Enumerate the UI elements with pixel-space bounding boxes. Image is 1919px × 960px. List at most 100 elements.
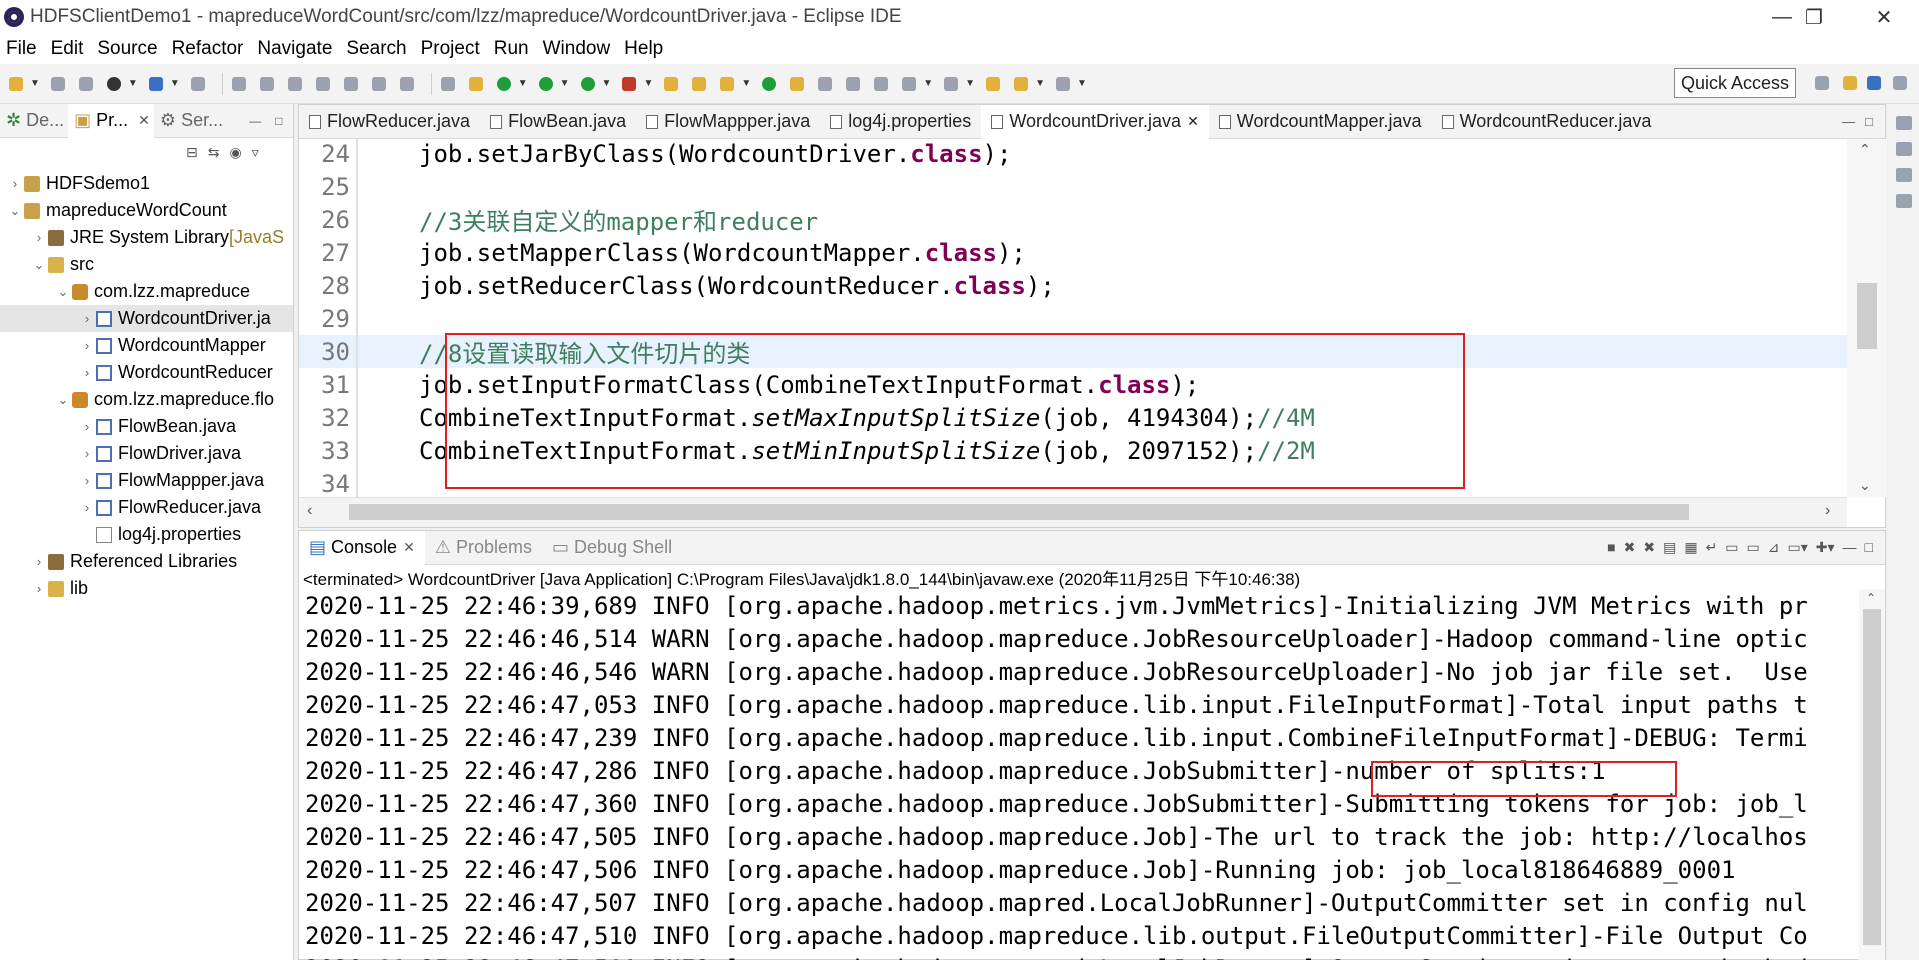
tab-problems[interactable]: ⚠ Problems bbox=[425, 531, 542, 565]
toggle-block-selection-icon[interactable] bbox=[815, 75, 837, 93]
close-icon[interactable]: ✕ bbox=[403, 539, 415, 556]
collapse-all-icon[interactable]: ⊟ bbox=[186, 144, 198, 161]
menu-navigate[interactable]: Navigate bbox=[257, 38, 332, 60]
tab-servers[interactable]: ⚙ Ser... bbox=[154, 110, 227, 131]
menu-search[interactable]: Search bbox=[346, 38, 406, 60]
external-tools-icon[interactable] bbox=[619, 75, 641, 93]
scroll-right-icon[interactable]: › bbox=[1825, 502, 1830, 520]
tree-item-mapreducewordcount[interactable]: ⌄ mapreduceWordCount bbox=[0, 197, 293, 224]
new-class-dropdown-icon[interactable]: ▼ bbox=[741, 78, 751, 89]
tree-item-wordcountmapper[interactable]: › WordcountMapper bbox=[0, 332, 293, 359]
debug-dropdown-icon[interactable]: ▼ bbox=[518, 78, 528, 89]
minimize-editor-icon[interactable]: — bbox=[1842, 114, 1855, 129]
tree-item-flowmappper[interactable]: › FlowMappper.java bbox=[0, 467, 293, 494]
terminate-icon[interactable] bbox=[285, 75, 307, 93]
menu-refactor[interactable]: Refactor bbox=[172, 38, 244, 60]
breakpoints-view-icon[interactable] bbox=[1895, 142, 1912, 156]
tree-item-flowbean[interactable]: › FlowBean.java bbox=[0, 413, 293, 440]
display-console-icon[interactable]: ▭▾ bbox=[1788, 539, 1808, 556]
debug-target-dropdown-icon[interactable]: ▼ bbox=[128, 78, 138, 89]
tab-wordcountmapper[interactable]: WordcountMapper.java bbox=[1209, 105, 1432, 139]
maximize-view-icon[interactable]: □ bbox=[1865, 539, 1873, 556]
show-whitespace-icon[interactable] bbox=[843, 75, 865, 93]
restore-button[interactable]: ❐ bbox=[1784, 0, 1844, 34]
toggle-mark-occurrences-icon[interactable] bbox=[787, 75, 809, 93]
remove-all-terminated-icon[interactable]: ✖ bbox=[1643, 539, 1655, 556]
tab-console[interactable]: ▤ Console ✕ bbox=[299, 530, 425, 565]
tab-project-explorer[interactable]: ▣ Pr... ✕ bbox=[68, 103, 154, 138]
maximize-view-icon[interactable]: □ bbox=[275, 114, 282, 128]
run-icon[interactable] bbox=[536, 75, 558, 93]
clear-console-icon[interactable]: ▤ bbox=[1663, 539, 1676, 556]
terminate-icon[interactable]: ■ bbox=[1607, 539, 1615, 556]
step-over-icon[interactable] bbox=[369, 75, 391, 93]
show-on-stdout-icon[interactable]: ▭ bbox=[1725, 539, 1738, 556]
new-java-project-icon[interactable] bbox=[661, 75, 683, 93]
quick-access-field[interactable]: Quick Access bbox=[1674, 68, 1796, 98]
scroll-lock-icon[interactable]: ▦ bbox=[1684, 539, 1697, 556]
forward-icon[interactable] bbox=[1053, 75, 1075, 93]
close-icon[interactable]: ✕ bbox=[1187, 113, 1199, 130]
expand-arrow-icon[interactable]: › bbox=[78, 365, 96, 380]
editor-horizontal-scrollbar[interactable]: ‹ › bbox=[299, 497, 1847, 527]
coverage-icon[interactable] bbox=[578, 75, 600, 93]
menu-run[interactable]: Run bbox=[494, 38, 529, 60]
collapse-arrow-icon[interactable]: ⌄ bbox=[6, 203, 24, 219]
code-area[interactable]: 24 job.setJarByClass(WordcountDriver. clas… bbox=[299, 139, 1847, 497]
terminal-dropdown-icon[interactable]: ▼ bbox=[170, 78, 180, 89]
scrollbar-thumb[interactable] bbox=[1863, 609, 1881, 945]
open-type-icon[interactable] bbox=[466, 75, 488, 93]
expand-arrow-icon[interactable]: › bbox=[30, 230, 48, 245]
scrollbar-thumb[interactable] bbox=[1857, 283, 1877, 349]
tab-wordcountdriver[interactable]: WordcountDriver.java ✕ bbox=[981, 104, 1209, 139]
menu-file[interactable]: File bbox=[6, 38, 37, 60]
close-button[interactable]: ✕ bbox=[1854, 0, 1914, 34]
scroll-down-icon[interactable]: ⌄ bbox=[1859, 477, 1871, 494]
expand-arrow-icon[interactable]: › bbox=[78, 338, 96, 353]
save-icon[interactable] bbox=[48, 75, 70, 93]
console-output[interactable]: 2020-11-25 22:46:39,689 INFO [org.apache… bbox=[299, 589, 1859, 960]
tab-wordcountreducer[interactable]: WordcountReducer.java bbox=[1432, 105, 1662, 139]
disconnect-icon[interactable] bbox=[313, 75, 335, 93]
last-edit-location-icon[interactable] bbox=[983, 75, 1005, 93]
minimize-view-icon[interactable]: — bbox=[249, 114, 261, 128]
close-icon[interactable]: ✕ bbox=[138, 112, 150, 129]
save-all-icon[interactable] bbox=[76, 75, 98, 93]
word-wrap-icon[interactable]: ↵ bbox=[1706, 539, 1718, 556]
expand-arrow-icon[interactable]: › bbox=[78, 500, 96, 515]
collapse-arrow-icon[interactable]: ⌄ bbox=[54, 392, 72, 408]
expand-arrow-icon[interactable]: › bbox=[78, 473, 96, 488]
tab-flowmappper[interactable]: FlowMappper.java bbox=[636, 105, 820, 139]
terminal-icon[interactable] bbox=[146, 75, 168, 93]
tree-item-referenced-libraries[interactable]: › Referenced Libraries bbox=[0, 548, 293, 575]
debug-perspective-icon[interactable] bbox=[1890, 74, 1912, 92]
focus-icon[interactable]: ◉ bbox=[229, 144, 241, 161]
tab-debug-shell[interactable]: ▭ Debug Shell bbox=[542, 531, 682, 565]
coverage-dropdown-icon[interactable]: ▼ bbox=[602, 78, 612, 89]
view-menu-icon[interactable]: ▿ bbox=[252, 144, 259, 161]
resume-icon[interactable] bbox=[229, 75, 251, 93]
collapse-arrow-icon[interactable]: ⌄ bbox=[30, 257, 48, 273]
scrollbar-thumb[interactable] bbox=[349, 504, 1689, 520]
remove-launch-icon[interactable]: ✖ bbox=[1624, 539, 1636, 556]
expand-arrow-icon[interactable]: › bbox=[78, 446, 96, 461]
external-tools-dropdown-icon[interactable]: ▼ bbox=[643, 78, 653, 89]
debug-icon[interactable] bbox=[494, 75, 516, 93]
step-into-icon[interactable] bbox=[341, 75, 363, 93]
editor-vertical-scrollbar[interactable]: ⌃ ⌄ bbox=[1847, 139, 1887, 497]
back-dropdown-icon[interactable]: ▼ bbox=[1035, 78, 1045, 89]
tree-item-flowdriver[interactable]: › FlowDriver.java bbox=[0, 440, 293, 467]
java-perspective-icon[interactable] bbox=[1864, 74, 1886, 92]
expand-arrow-icon[interactable]: › bbox=[78, 419, 96, 434]
debug-target-icon[interactable] bbox=[104, 75, 126, 93]
forward-dropdown-icon[interactable]: ▼ bbox=[1077, 78, 1087, 89]
tree-item-flowreducer[interactable]: › FlowReducer.java bbox=[0, 494, 293, 521]
open-perspective-icon[interactable] bbox=[1812, 74, 1834, 92]
use-step-filters-icon[interactable] bbox=[438, 75, 460, 93]
tree-item-src[interactable]: ⌄ src bbox=[0, 251, 293, 278]
tree-item-jre-system-library[interactable]: › JRE System Library [JavaS bbox=[0, 224, 293, 251]
pilcrow-icon[interactable] bbox=[871, 75, 893, 93]
run-dropdown-icon[interactable]: ▼ bbox=[560, 78, 570, 89]
suspend-icon[interactable] bbox=[257, 75, 279, 93]
tree-item-lib[interactable]: › lib bbox=[0, 575, 293, 602]
